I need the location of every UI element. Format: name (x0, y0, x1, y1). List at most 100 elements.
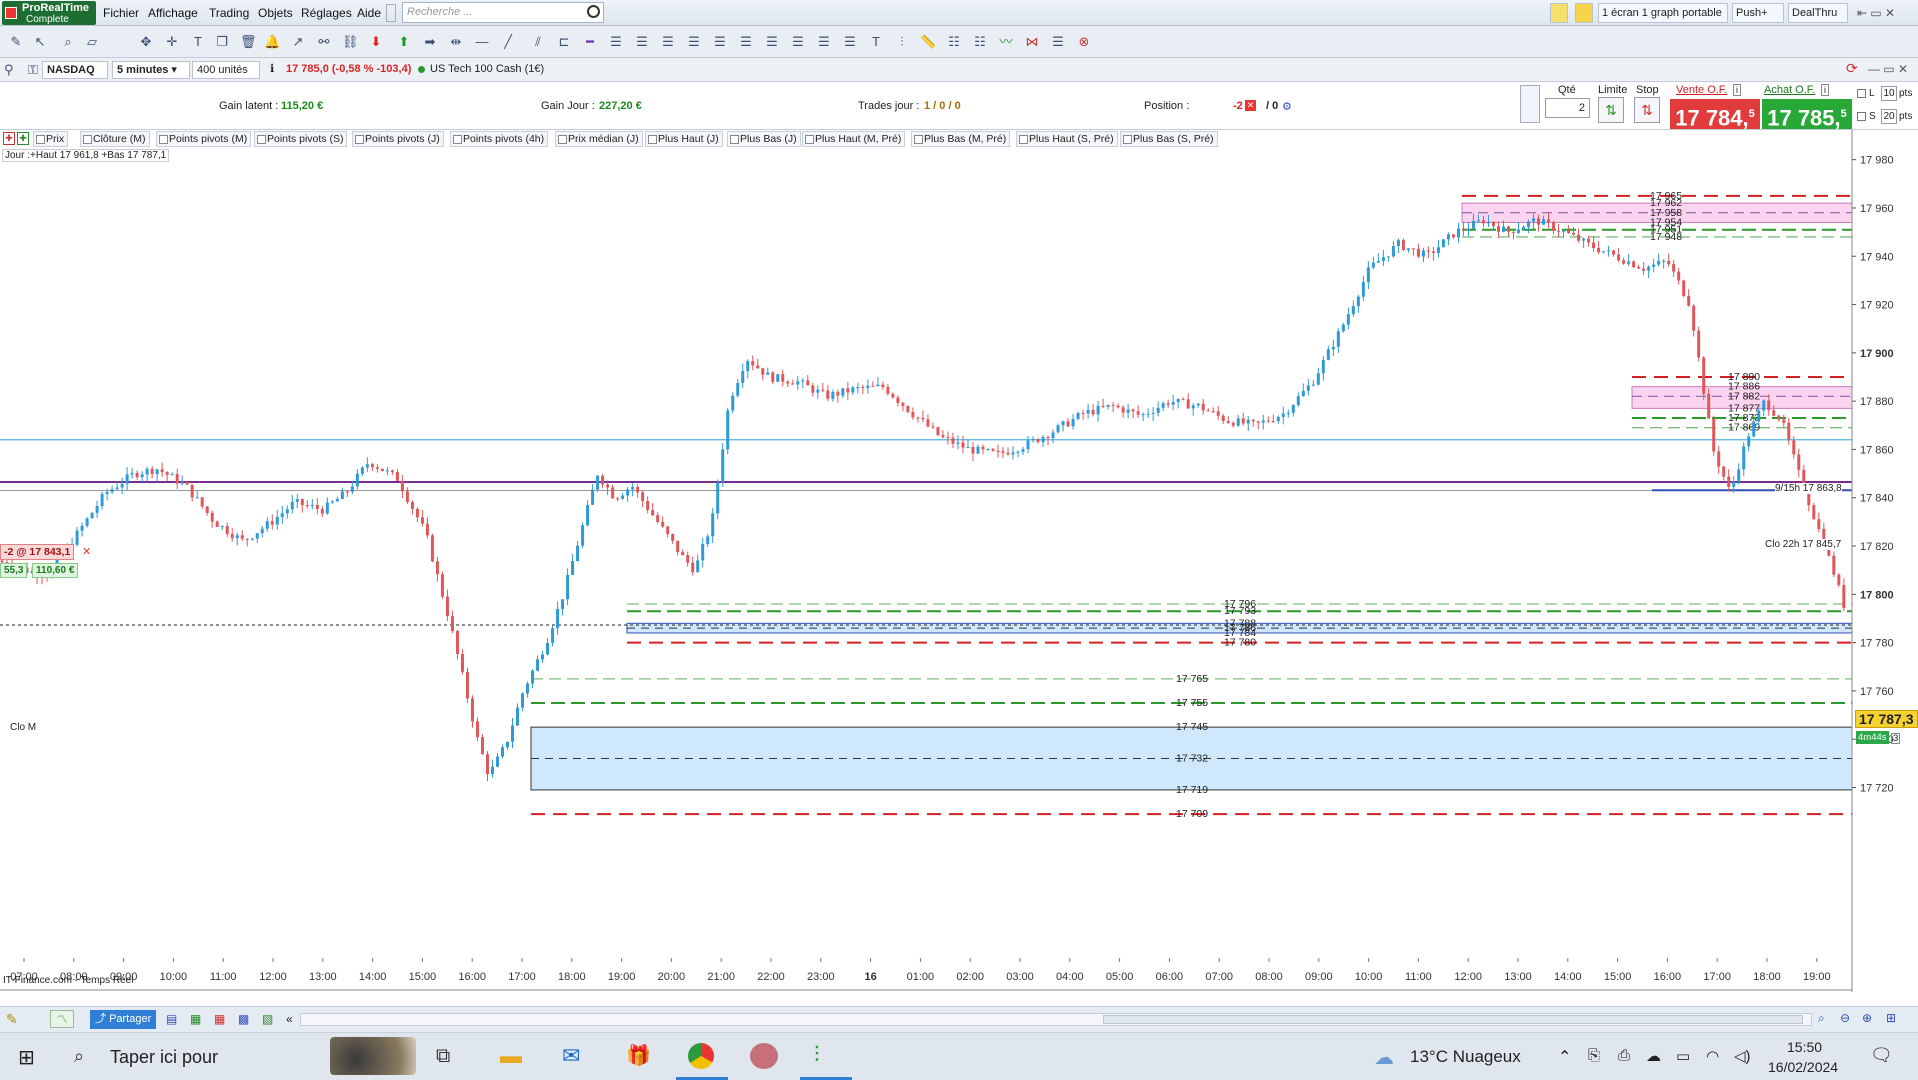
zoom-in-icon[interactable]: ⊕ (1862, 1011, 1872, 1025)
fib4-tool-icon[interactable]: ☰ (686, 34, 702, 50)
tray-battery-icon[interactable]: ▭ (1676, 1047, 1690, 1065)
scroll-left-icon[interactable]: « (286, 1012, 293, 1026)
menu-objets[interactable]: Objets (258, 6, 293, 20)
window-controls-icon[interactable]: ⇤ ▭ ✕ (1857, 6, 1895, 20)
grid-tool-icon[interactable]: ☷ (946, 34, 962, 50)
fib9-tool-icon[interactable]: ☰ (816, 34, 832, 50)
trendline-tool-icon[interactable]: ╱ (500, 34, 516, 50)
fib8-tool-icon[interactable]: ☰ (790, 34, 806, 50)
right-arrow-icon[interactable]: ➡ (422, 34, 438, 50)
clear-tool-icon[interactable]: ⊗ (1076, 34, 1092, 50)
tool-a-icon[interactable]: ▤ (166, 1012, 177, 1026)
windows-start-icon[interactable]: ⊞ (18, 1045, 35, 1070)
share-button[interactable]: ⤴ Partager (90, 1010, 157, 1029)
weather-label[interactable]: 13°C Nuageux (1410, 1047, 1521, 1067)
text-tool-icon[interactable]: T (190, 34, 206, 50)
tool-e-icon[interactable]: ▧ (262, 1012, 273, 1026)
buy-button[interactable]: 17 785,5 (1762, 99, 1852, 130)
gann-tool-icon[interactable]: ☰ (1050, 34, 1066, 50)
stop-order-button[interactable]: ⇅ (1634, 97, 1660, 123)
units-select[interactable]: 400 unités ▾ (192, 61, 260, 93)
position-settings-icon[interactable]: ⚙ (1282, 100, 1292, 113)
trash-tool-icon[interactable]: 🗑 (240, 34, 257, 50)
link-tool-icon[interactable]: ⛓ (342, 34, 359, 50)
settings-icon[interactable] (386, 4, 396, 22)
close-tag-icon[interactable]: ✕ (82, 545, 91, 558)
menu-aide[interactable]: Aide (357, 6, 381, 20)
tray-cloud-icon[interactable]: ☁ (1646, 1047, 1661, 1065)
menu-trading[interactable]: Trading (209, 6, 249, 20)
tool-d-icon[interactable]: ▩ (238, 1012, 249, 1026)
fib7-tool-icon[interactable]: ☰ (764, 34, 780, 50)
pattern-tool-icon[interactable]: ⋈ (1024, 34, 1040, 50)
search-icon[interactable] (587, 5, 600, 18)
stop-checkbox[interactable] (1857, 112, 1866, 121)
order-tools-icon[interactable] (1520, 85, 1540, 123)
zoom-out-icon[interactable]: ⊖ (1840, 1011, 1850, 1025)
lock-icon[interactable]: ⚿ (28, 62, 38, 78)
mail-icon[interactable]: ✉ (562, 1043, 580, 1069)
app-icon[interactable] (750, 1043, 778, 1069)
taskbar-search-icon[interactable]: ⌕ (74, 1046, 84, 1067)
fib6-tool-icon[interactable]: ☰ (738, 34, 754, 50)
weather-icon[interactable]: ☁ (1374, 1045, 1394, 1070)
indicator-pivots-s[interactable]: Points pivots (S) (254, 131, 348, 147)
fib10-tool-icon[interactable]: ☰ (842, 34, 858, 50)
clock-date[interactable]: 16/02/2024 (1768, 1059, 1838, 1075)
sell-info-icon[interactable]: i (1733, 84, 1741, 96)
taskbar-search-input[interactable]: Taper ici pour (110, 1047, 218, 1068)
channel-tool-icon[interactable]: ⫽ (530, 34, 546, 50)
clock-time[interactable]: 15:50 (1787, 1039, 1822, 1055)
tool-b-icon[interactable]: ▦ (190, 1012, 201, 1026)
copy-tool-icon[interactable]: ❐ (214, 34, 230, 50)
price-chart[interactable]: 17 96517 96217 95817 95417 95117 94817 8… (0, 130, 1918, 992)
rect-tool-icon[interactable]: ⊏ (556, 34, 572, 50)
chrome-icon[interactable] (688, 1043, 714, 1069)
fib2-tool-icon[interactable]: ☰ (634, 34, 650, 50)
add-indicator2-icon[interactable]: ✚ (17, 132, 29, 145)
indicator-prix-median[interactable]: Prix médian (J) (555, 131, 643, 147)
sell-button[interactable]: 17 784,5 (1670, 99, 1760, 130)
close-position-icon[interactable]: ✕ (1245, 100, 1256, 111)
indicator-plus-bas-s[interactable]: Plus Bas (S, Pré) (1120, 131, 1218, 147)
refresh-icon[interactable]: ⟳ (1846, 60, 1858, 77)
indicator-plus-haut-j[interactable]: Plus Haut (J) (645, 131, 723, 147)
purple-line-icon[interactable]: ━ (582, 34, 598, 50)
indicator-pivots-j[interactable]: Points pivots (J) (352, 131, 444, 147)
text-box-icon[interactable]: T (868, 34, 884, 50)
menu-affichage[interactable]: Affichage (148, 6, 198, 20)
fib5-tool-icon[interactable]: ☰ (712, 34, 728, 50)
limit-order-button[interactable]: ⇅ (1598, 97, 1624, 123)
down-arrow-icon[interactable]: ⬇ (368, 34, 384, 50)
search-input[interactable]: Recherche ... (402, 2, 604, 23)
indicator-prix[interactable]: Prix (33, 131, 69, 147)
indicator-plus-bas-j[interactable]: Plus Bas (J) (727, 131, 801, 147)
menu-fichier[interactable]: Fichier (103, 6, 139, 20)
zoom-reset-icon[interactable]: ⊞ (1886, 1011, 1896, 1025)
buy-info-icon[interactable]: i (1821, 84, 1829, 96)
fib-tool-icon[interactable]: ☰ (608, 34, 624, 50)
line-tool-icon[interactable]: — (474, 34, 490, 50)
zoom-fit-icon[interactable]: ⌕ (1818, 1011, 1825, 1026)
hline-tool-icon[interactable]: ⇹ (448, 34, 464, 50)
alert-icon[interactable] (1575, 3, 1593, 23)
instrument-select[interactable]: NASDAQ ▾ (42, 61, 108, 93)
notifications-icon[interactable]: 🗨 (1870, 1045, 1893, 1066)
tray-wifi-icon[interactable]: ◠ (1706, 1047, 1719, 1065)
pencil-tool-icon[interactable]: ✎ (8, 34, 24, 50)
scrollbar-thumb[interactable] (1103, 1015, 1803, 1024)
l-pts-input[interactable]: 10 (1881, 86, 1897, 101)
move-tool-icon[interactable]: ✥ (138, 34, 154, 50)
task-view-icon[interactable]: ⧉ (436, 1045, 450, 1068)
draw-icon[interactable]: ✎ (6, 1011, 18, 1028)
limit-checkbox[interactable] (1857, 89, 1866, 98)
fan-tool-icon[interactable]: ☷ (972, 34, 988, 50)
position-tag[interactable]: -2 @ 17 843,1 (0, 544, 75, 560)
horizontal-scrollbar[interactable] (300, 1013, 1812, 1026)
indicator-pivots-4h[interactable]: Points pivots (4h) (450, 131, 549, 147)
bell-tool-icon[interactable]: 🔔 (264, 34, 280, 50)
wave-tool-icon[interactable]: 〰 (998, 34, 1014, 50)
timeframe-select[interactable]: 5 minutes ▾ (112, 61, 190, 79)
cursor-tool-icon[interactable]: ↖ (32, 34, 48, 50)
link-icon[interactable]: ⚲ (4, 62, 14, 78)
